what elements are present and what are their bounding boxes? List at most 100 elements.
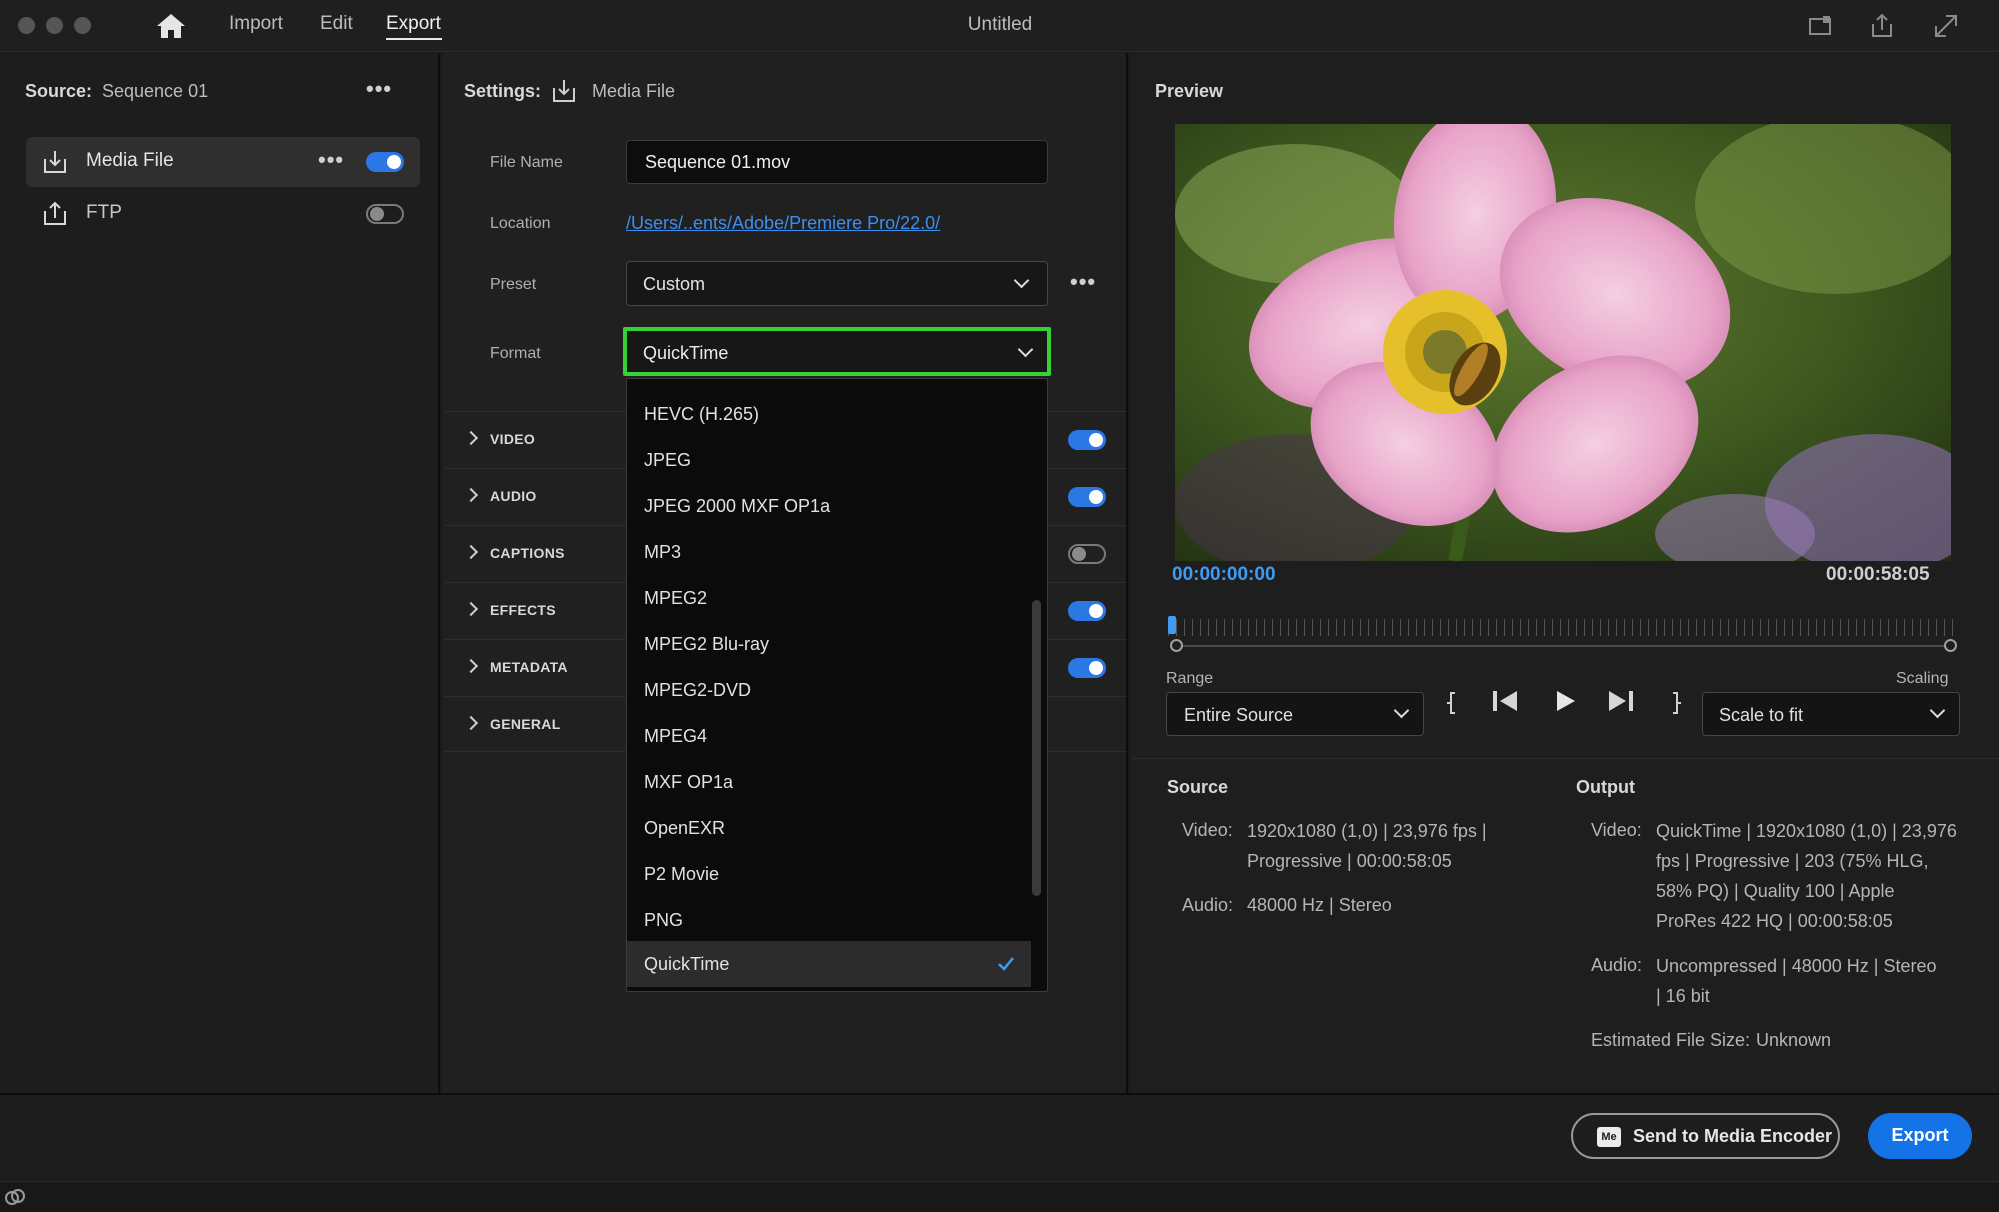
range-in-handle[interactable] [1170,639,1183,652]
destination-media-file[interactable]: Media File ••• [26,137,420,187]
chevron-down-icon [1017,341,1034,358]
mark-out-icon[interactable] [1666,690,1684,716]
format-option[interactable]: HEVC (H.265) [627,391,1031,437]
mark-in-icon[interactable] [1444,690,1462,716]
workspace-icon[interactable] [1806,12,1834,40]
export-button-label: Export [1891,1125,1949,1145]
file-name-label: File Name [490,154,563,171]
format-label: Format [490,345,541,362]
export-button[interactable]: Export [1868,1113,1972,1159]
source-video-details: 1920x1080 (1,0) | 23,976 fps | Progressi… [1247,821,1487,871]
minimize-window-button[interactable] [46,17,63,34]
send-to-media-encoder-label: Send to Media Encoder [1633,1126,1833,1146]
format-select[interactable]: QuickTime [623,327,1051,376]
download-icon [44,151,66,173]
creative-cloud-icon[interactable] [4,1188,26,1206]
source-video-label: Video: [1182,820,1233,840]
preset-more-button[interactable]: ••• [1070,269,1096,295]
active-tab-indicator [386,38,442,40]
dropdown-scrollbar[interactable] [1032,600,1041,896]
chevron-right-icon [463,544,479,560]
output-video-label: Video: [1591,820,1642,840]
range-bar [1176,645,1951,647]
preview-title: Preview [1155,81,1224,101]
range-select[interactable]: Entire Source [1166,692,1424,736]
destination-label: Media File [86,150,174,171]
playhead[interactable] [1168,616,1176,634]
output-info-heading: Output [1576,777,1635,797]
chevron-right-icon [463,487,479,503]
format-option[interactable]: OpenEXR [627,805,1031,851]
destination-ftp[interactable]: FTP [26,189,420,239]
audio-toggle[interactable] [1068,487,1106,507]
scaling-select[interactable]: Scale to fit [1702,692,1960,736]
captions-toggle[interactable] [1068,544,1106,564]
play-icon[interactable] [1553,689,1577,713]
range-out-handle[interactable] [1944,639,1957,652]
status-bar [0,1181,1999,1212]
format-option[interactable]: P2 Movie [627,851,1031,897]
title-bar: Import Edit Export Untitled [0,0,1999,52]
settings-label: Settings: [464,81,542,101]
format-option[interactable]: MPEG4 [627,713,1031,759]
output-audio-details: Uncompressed | 48000 Hz | Stereo | 16 bi… [1656,956,1937,1006]
format-option[interactable]: JPEG 2000 MXF OP1a [627,483,1031,529]
range-label: Range [1166,670,1214,687]
format-option-selected[interactable]: QuickTime [627,941,1031,987]
source-label: Source: [25,81,93,101]
preset-select[interactable]: Custom [626,261,1048,306]
file-name-input[interactable]: Sequence 01.mov [626,140,1048,184]
format-option[interactable]: MXF OP1a [627,759,1031,805]
close-window-button[interactable] [18,17,35,34]
send-to-media-encoder-button[interactable]: Me Send to Media Encoder [1571,1113,1840,1159]
source-value: Sequence 01 [102,81,209,101]
format-option[interactable]: MPEG2-DVD [627,667,1031,713]
checkmark-icon [998,957,1014,971]
chevron-right-icon [463,601,479,617]
step-back-icon[interactable] [1491,689,1519,713]
source-more-button[interactable]: ••• [366,76,392,102]
media-file-toggle[interactable] [366,152,404,172]
location-label: Location [490,215,551,232]
share-icon[interactable] [1868,12,1896,40]
format-option[interactable]: MPEG2 Blu-ray [627,621,1031,667]
source-audio-details: 48000 Hz | Stereo [1247,895,1392,915]
timeline-ruler[interactable] [1168,619,1958,636]
metadata-toggle[interactable] [1068,658,1106,678]
tab-export[interactable]: Export [386,13,441,35]
effects-toggle[interactable] [1068,601,1106,621]
chevron-right-icon [463,658,479,674]
format-option[interactable]: JPEG [627,437,1031,483]
tab-import[interactable]: Import [229,13,283,35]
zoom-window-button[interactable] [74,17,91,34]
scaling-label: Scaling [1896,670,1949,687]
output-video-details: QuickTime | 1920x1080 (1,0) | 23,976 fps… [1656,821,1957,931]
video-toggle[interactable] [1068,430,1106,450]
output-audio-label: Audio: [1591,955,1643,975]
destination-label: FTP [86,202,122,223]
home-icon[interactable] [156,13,186,39]
timecode-duration: 00:00:58:05 [1826,564,1930,585]
format-option[interactable]: MPEG2 [627,575,1031,621]
chevron-right-icon [463,715,479,731]
step-forward-icon[interactable] [1607,689,1635,713]
tab-edit[interactable]: Edit [320,13,353,35]
location-link[interactable]: /Users/..ents/Adobe/Premiere Pro/22.0/ [626,213,940,234]
chevron-down-icon [1929,702,1946,719]
format-dropdown-list[interactable]: HEVC (H.265) JPEG JPEG 2000 MXF OP1a MP3… [626,378,1048,992]
format-option[interactable]: MP3 [627,529,1031,575]
window-title: Untitled [967,14,1033,35]
chevron-down-icon [1013,272,1030,289]
fullscreen-icon[interactable] [1932,12,1960,40]
format-option[interactable]: PNG [627,897,1031,943]
media-encoder-icon: Me [1597,1127,1621,1147]
media-file-more-button[interactable]: ••• [318,147,344,173]
timecode-current[interactable]: 00:00:00:00 [1172,564,1276,586]
chevron-right-icon [463,430,479,446]
divider [1132,758,1999,759]
preview-image [1175,124,1951,561]
ftp-toggle[interactable] [366,204,404,224]
preset-label: Preset [490,276,537,293]
upload-icon [44,201,66,225]
download-icon [553,80,575,102]
